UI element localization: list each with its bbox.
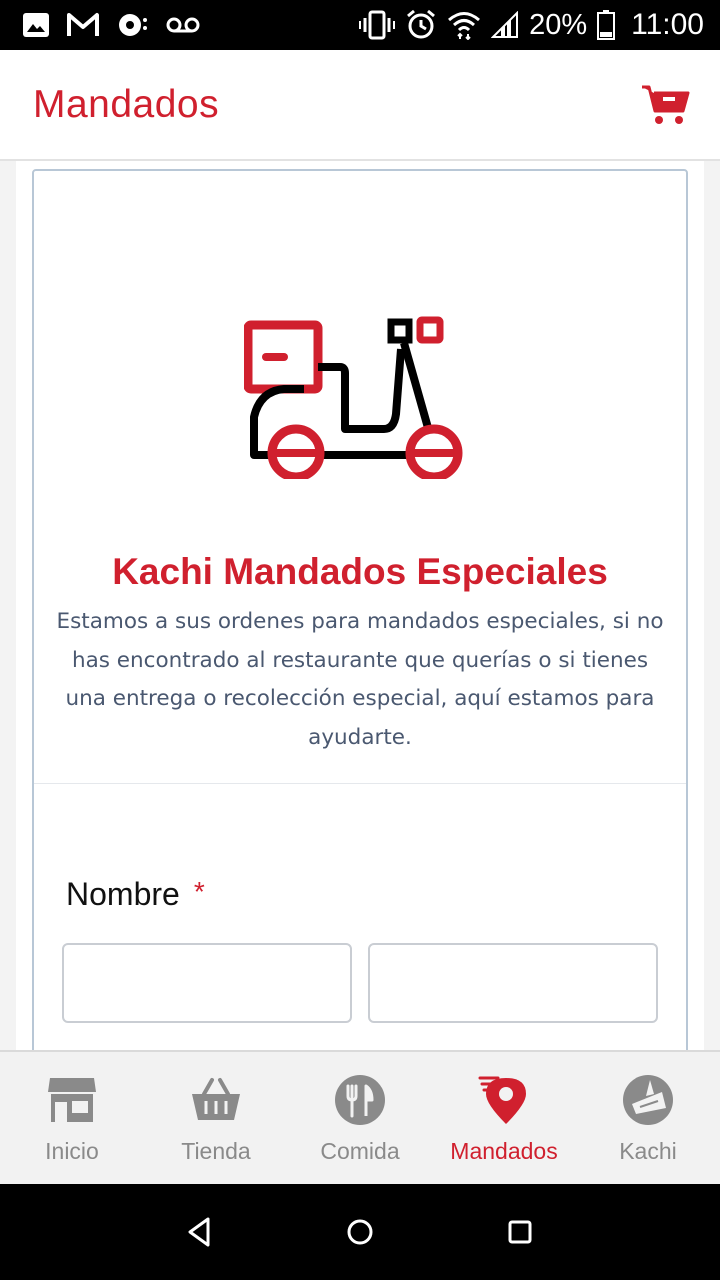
status-bar: 20% 11:00 bbox=[0, 0, 720, 50]
first-name-input[interactable] bbox=[62, 943, 352, 1023]
back-icon[interactable] bbox=[182, 1214, 218, 1250]
voicemail-icon bbox=[166, 17, 200, 33]
bottom-nav: Inicio Tienda Comida Mandados Kachi bbox=[0, 1050, 720, 1184]
nav-label-kachi: Kachi bbox=[619, 1138, 677, 1164]
nav-item-mandados[interactable]: Mandados bbox=[432, 1052, 576, 1184]
last-name-input[interactable] bbox=[368, 943, 658, 1023]
delivery-pin-icon bbox=[478, 1076, 526, 1124]
wifi-icon bbox=[448, 12, 481, 40]
status-right-icons: 20% 11:00 bbox=[359, 8, 704, 42]
system-nav-bar bbox=[0, 1184, 720, 1280]
hero-description: Estamos a sus ordenes para mandados espe… bbox=[56, 609, 664, 750]
basket-icon bbox=[192, 1078, 240, 1120]
content-area[interactable]: Kachi Mandados Especiales Estamos a sus … bbox=[0, 161, 720, 1050]
signal-icon bbox=[491, 11, 519, 38]
battery-icon bbox=[597, 10, 616, 40]
vibrate-icon bbox=[359, 10, 396, 40]
nav-label-mandados: Mandados bbox=[450, 1138, 558, 1164]
cart-icon[interactable] bbox=[640, 83, 690, 127]
content-panel: Kachi Mandados Especiales Estamos a sus … bbox=[16, 161, 704, 1050]
image-icon bbox=[23, 13, 49, 37]
cutlery-icon bbox=[335, 1075, 385, 1125]
nav-item-comida[interactable]: Comida bbox=[288, 1052, 432, 1184]
nav-label-comida: Comida bbox=[320, 1138, 400, 1164]
app-header: Mandados bbox=[0, 50, 720, 161]
gmail-icon bbox=[67, 13, 99, 36]
store-icon bbox=[48, 1078, 96, 1122]
status-left-icons bbox=[22, 11, 200, 39]
alarm-icon bbox=[407, 9, 436, 39]
nav-item-kachi[interactable]: Kachi bbox=[576, 1052, 720, 1184]
name-label-text: Nombre bbox=[66, 876, 180, 912]
required-marker: * bbox=[193, 876, 205, 907]
hero-title: Kachi Mandados Especiales bbox=[112, 551, 608, 592]
hero-section: Kachi Mandados Especiales Estamos a sus … bbox=[34, 171, 686, 784]
name-label: Nombre * bbox=[66, 876, 205, 913]
mandados-card: Kachi Mandados Especiales Estamos a sus … bbox=[32, 169, 688, 1050]
nav-item-inicio[interactable]: Inicio bbox=[0, 1052, 144, 1184]
recents-icon[interactable] bbox=[502, 1214, 538, 1250]
home-icon[interactable] bbox=[342, 1214, 378, 1250]
nav-label-inicio: Inicio bbox=[45, 1138, 99, 1164]
sync-icon bbox=[119, 14, 147, 36]
kachi-icon bbox=[623, 1075, 673, 1125]
scooter-icon bbox=[244, 316, 463, 479]
battery-percent: 20% bbox=[529, 8, 588, 41]
clock: 11:00 bbox=[631, 8, 704, 41]
nav-label-tienda: Tienda bbox=[181, 1138, 251, 1164]
page-title: Mandados bbox=[33, 82, 220, 126]
nav-item-tienda[interactable]: Tienda bbox=[144, 1052, 288, 1184]
